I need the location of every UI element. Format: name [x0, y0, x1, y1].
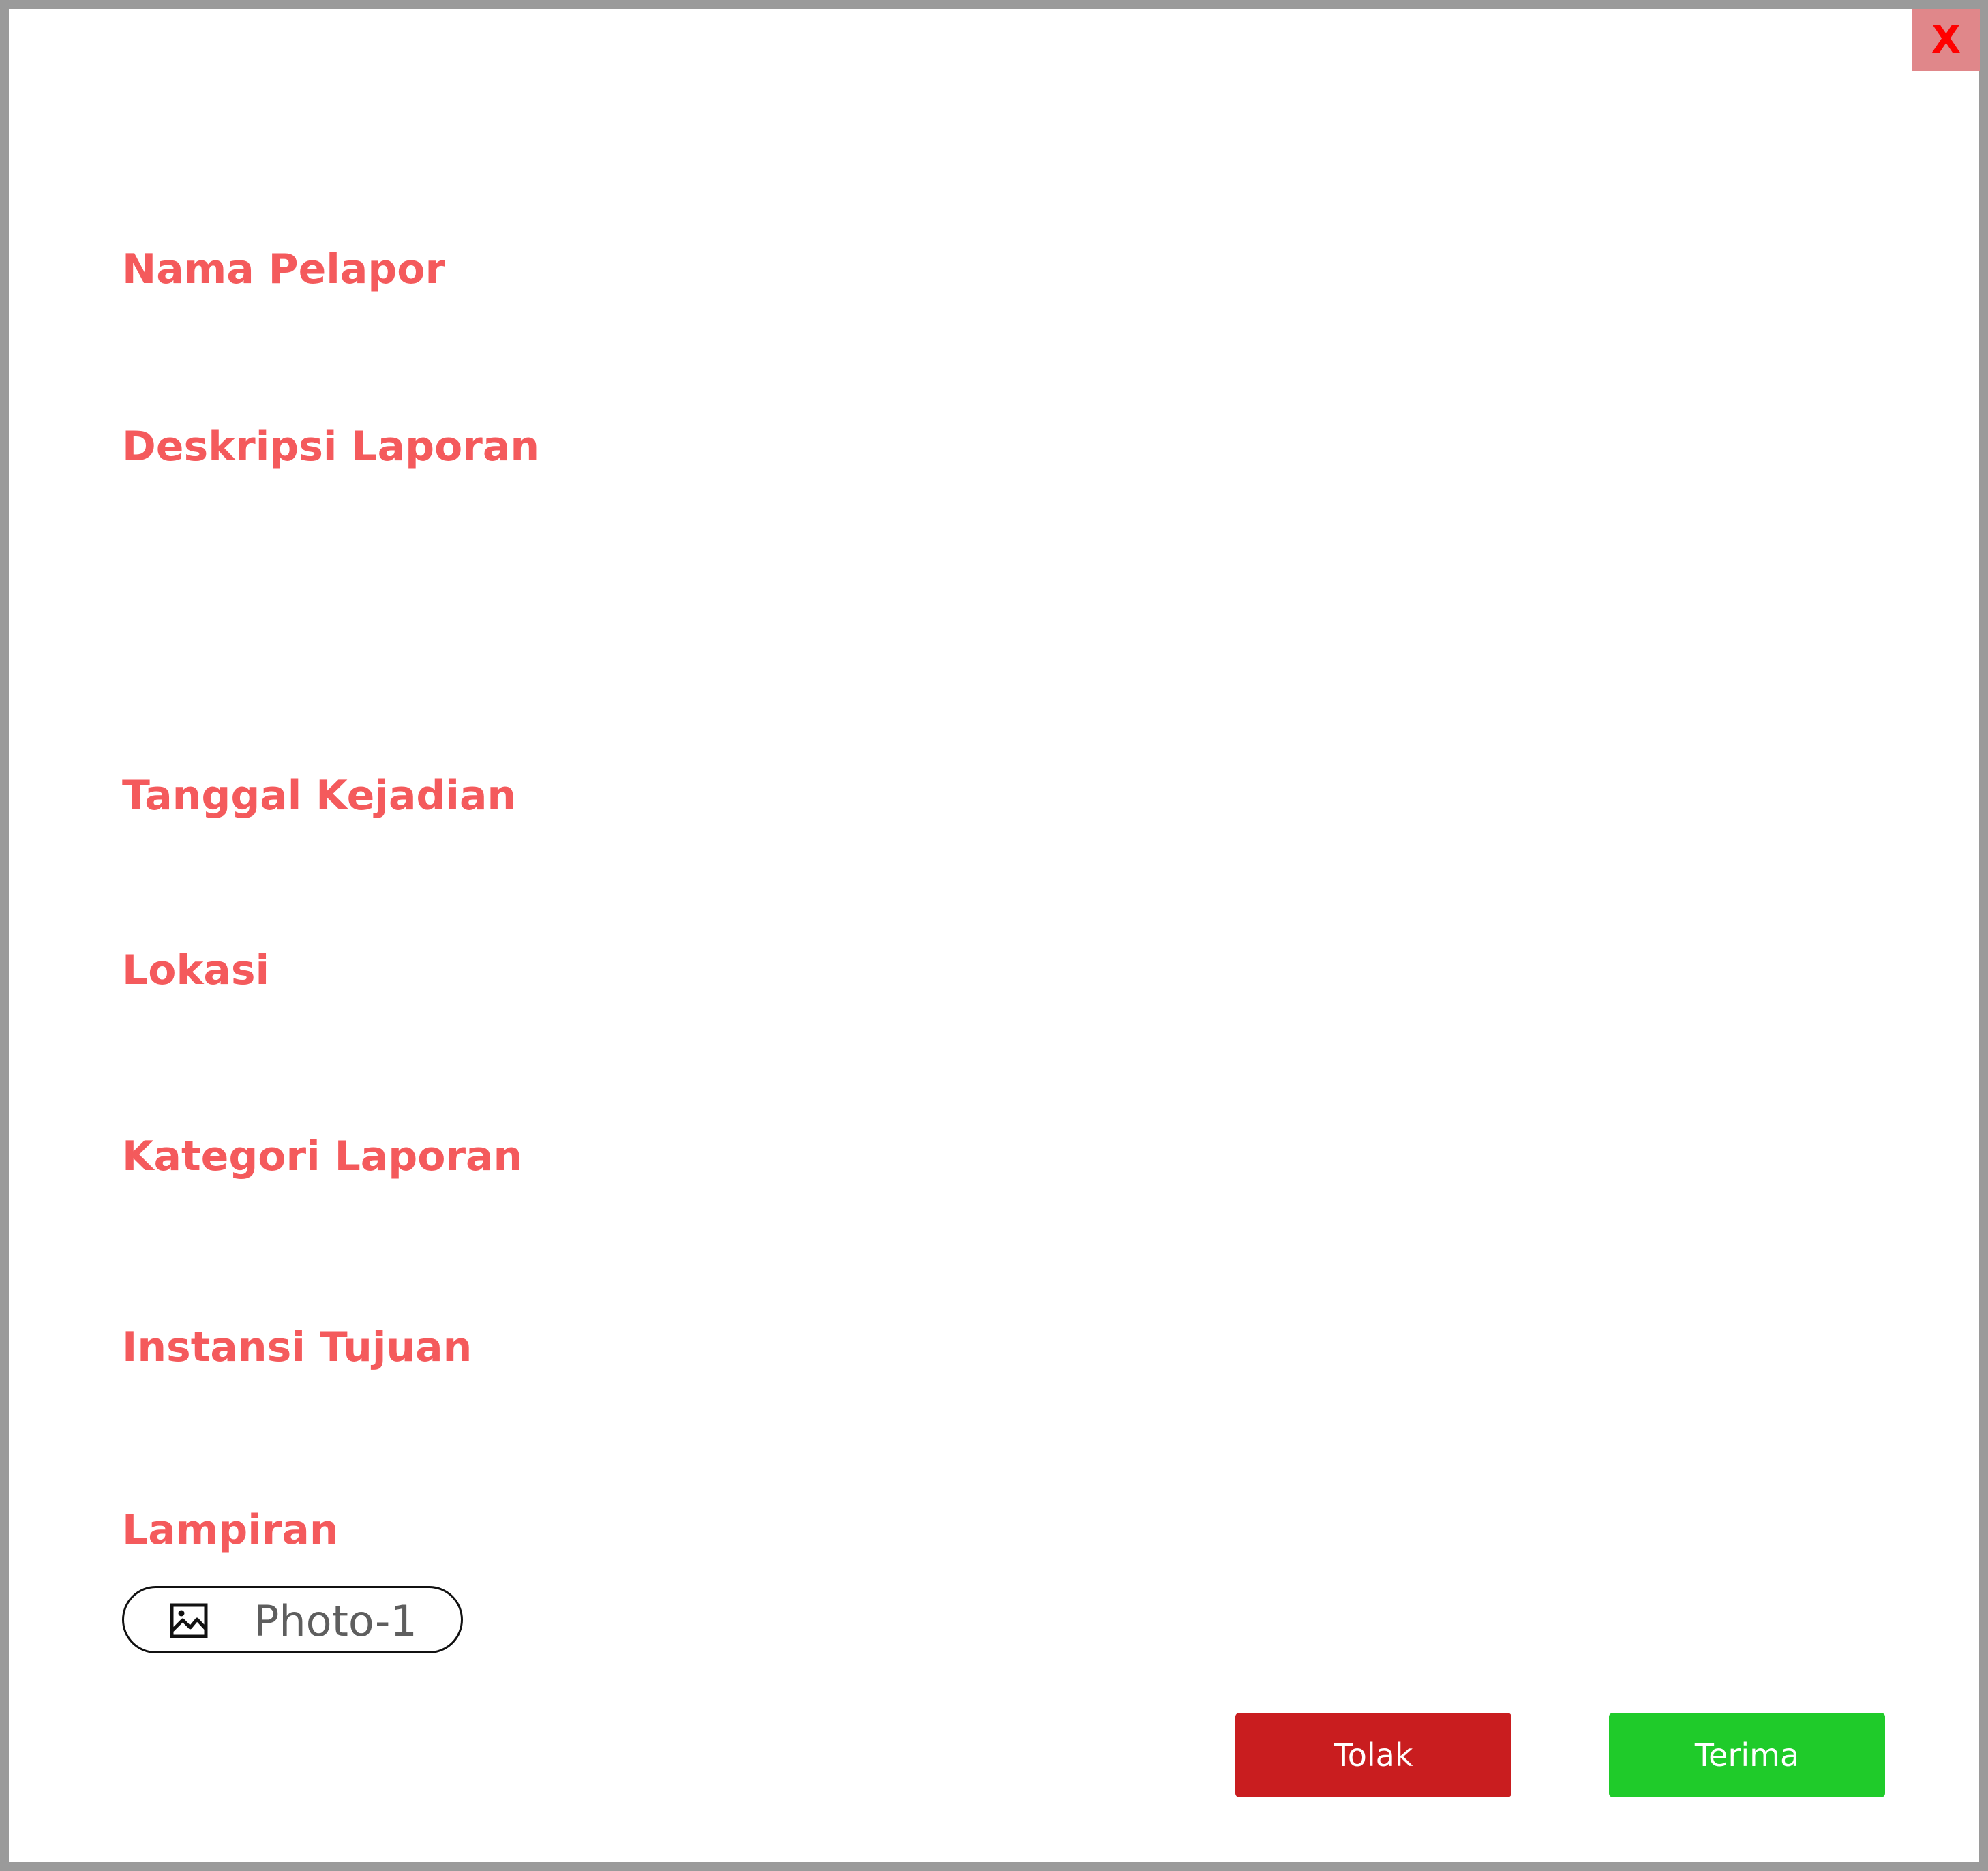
attachment-name: Photo-1	[254, 1596, 417, 1646]
attachment-label: Lampiran	[122, 1506, 339, 1554]
incident-date-label: Tanggal Kejadian	[122, 772, 517, 820]
location-label: Lokasi	[122, 946, 270, 994]
image-icon	[170, 1603, 208, 1638]
report-category-label: Kategori Laporan	[122, 1133, 523, 1180]
report-description-label: Deskripsi Laporan	[122, 423, 540, 470]
reject-button[interactable]: Tolak	[1235, 1713, 1511, 1797]
close-button[interactable]: X	[1912, 9, 1980, 71]
accept-button[interactable]: Terima	[1609, 1713, 1885, 1797]
attachment-photo-chip[interactable]: Photo-1	[122, 1586, 463, 1653]
report-detail-modal: X Nama Pelapor Deskripsi Laporan Tanggal…	[0, 0, 1988, 1871]
reporter-name-label: Nama Pelapor	[122, 245, 446, 293]
target-agency-label: Instansi Tujuan	[122, 1323, 472, 1371]
